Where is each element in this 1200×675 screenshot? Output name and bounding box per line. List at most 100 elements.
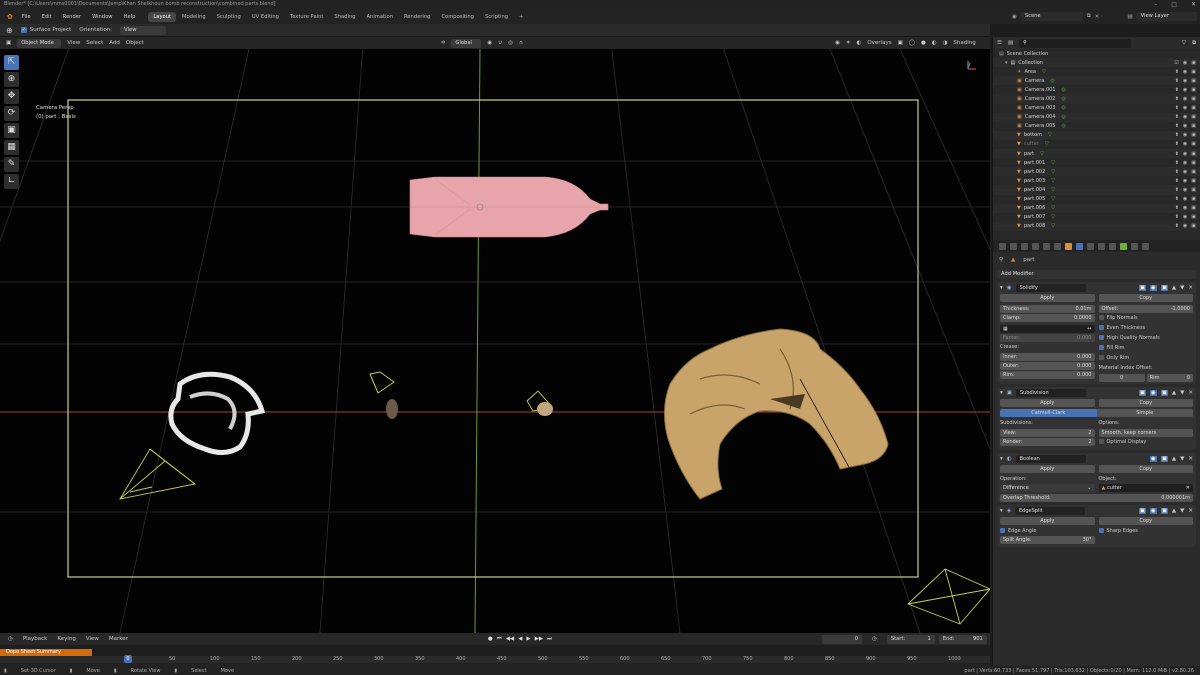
scale-tool-icon[interactable]: ▣ — [4, 123, 19, 138]
subdivision-apply-button[interactable]: Apply — [1000, 399, 1095, 407]
camera-render-icon[interactable]: ▣ — [1191, 96, 1196, 102]
boolean-object-field[interactable]: ▲ cutter ✕ — [1098, 484, 1193, 492]
edgesplit-editmode-icon[interactable]: ▣ — [1138, 507, 1146, 514]
physics-tab-icon[interactable] — [1098, 242, 1105, 250]
select-filter-icon[interactable]: ⬆ — [1175, 141, 1179, 147]
solidify-render-icon[interactable]: ▣ — [1160, 284, 1168, 291]
close-icon[interactable]: ✕ — [1191, 0, 1196, 9]
eye-icon[interactable]: ◉ — [1183, 160, 1187, 166]
camera-render-icon[interactable]: ▣ — [1191, 151, 1196, 157]
crease-outer-field[interactable]: Outer: 0.000 — [1000, 362, 1095, 370]
clear-object-icon[interactable]: ✕ — [1186, 484, 1190, 492]
subdivision-viewport-icon[interactable]: ◉ — [1149, 389, 1157, 396]
camera-render-icon[interactable]: ▣ — [1191, 69, 1196, 75]
hq-normals-box[interactable] — [1098, 335, 1104, 340]
metal-sheet-fragment[interactable] — [664, 328, 889, 500]
tab-scripting[interactable]: Scripting — [480, 12, 513, 22]
flip-normals-checkbox[interactable]: Flip Normals — [1098, 314, 1194, 323]
select-filter-icon[interactable]: ⬆ — [1175, 160, 1179, 166]
scene-remove-icon[interactable]: ✕ — [1095, 14, 1100, 20]
select-filter-icon[interactable]: ⬆ — [1175, 187, 1179, 193]
menu-edit[interactable]: Edit — [37, 14, 57, 20]
split-angle-field[interactable]: Split Angle: 30° — [1000, 536, 1095, 544]
next-key-icon[interactable]: ▶▶ — [535, 636, 543, 642]
orientation-dropdown[interactable]: View — [120, 25, 167, 35]
tab-rendering[interactable]: Rendering — [399, 12, 436, 22]
viewport-menu-object[interactable]: Object — [126, 40, 144, 46]
boolean-render-icon[interactable]: ▣ — [1160, 455, 1168, 462]
eye-icon[interactable]: ◉ — [1183, 132, 1187, 138]
subdiv-view-field[interactable]: View: 2 — [1000, 429, 1095, 437]
select-filter-icon[interactable]: ⬆ — [1175, 123, 1179, 129]
clamp-field[interactable]: Clamp: 0.0000 — [1000, 314, 1095, 322]
camera-render-icon[interactable]: ▣ — [1191, 196, 1196, 202]
subdivision-name-field[interactable]: Subdivision — [1015, 388, 1086, 397]
active-tool-icon[interactable]: ⊕ — [6, 26, 13, 35]
menu-help[interactable]: Help — [119, 14, 141, 20]
display-mode-icon[interactable]: ▤ — [1008, 40, 1013, 46]
scene-field[interactable]: Scene — [1020, 12, 1083, 21]
camera-render-icon[interactable]: ▣ — [1191, 78, 1196, 84]
camera-render-icon[interactable]: ▣ — [1191, 87, 1196, 93]
outliner-item[interactable]: ▼ bottom ▽ ⬆ ◉ ▣ — [993, 130, 1200, 140]
eye-icon[interactable]: ◉ — [1183, 169, 1187, 175]
new-collection-icon[interactable]: ⧉ — [1192, 40, 1200, 47]
edge-angle-box[interactable] — [1000, 528, 1005, 533]
edgesplit-render-icon[interactable]: ▣ — [1160, 507, 1168, 514]
subdivision-collapse-icon[interactable]: ▾ — [1000, 390, 1003, 396]
shading-material-icon[interactable]: ◐ — [932, 40, 937, 46]
uv-smooth-dropdown[interactable]: Smooth, keep corners — [1098, 429, 1193, 437]
edgesplit-viewport-icon[interactable]: ◉ — [1149, 507, 1157, 514]
camera-render-icon[interactable]: ▣ — [1191, 114, 1196, 120]
subdivision-close-icon[interactable]: ✕ — [1188, 390, 1193, 396]
play-reverse-icon[interactable]: ◀ — [518, 636, 522, 642]
outliner-item[interactable]: ▣ Camera.003 ◎ ⬆ ◉ ▣ — [993, 104, 1200, 113]
select-filter-icon[interactable]: ⬆ — [1175, 105, 1179, 111]
small-fragment-1[interactable] — [386, 399, 398, 419]
camera-gizmo-2[interactable] — [369, 371, 395, 394]
outliner-scene-collection[interactable]: ▤ Scene Collection — [993, 49, 1200, 58]
select-filter-icon[interactable]: ⬆ — [1175, 169, 1179, 175]
editor-type-icon[interactable]: ▣ — [6, 40, 11, 46]
end-frame-field[interactable]: End: 901 — [938, 634, 987, 644]
fill-rim-checkbox[interactable]: Fill Rim — [1098, 344, 1194, 353]
camera-render-icon[interactable]: ▣ — [1191, 132, 1196, 138]
navigation-gizmo[interactable] — [967, 61, 976, 70]
add-modifier-dropdown[interactable]: Add Modifier — [997, 270, 1196, 279]
visibility-icon[interactable]: ◉ — [835, 40, 840, 46]
catmull-clark-toggle[interactable]: Catmull-Clark — [1000, 409, 1097, 417]
3d-viewport[interactable]: Camera Persp (0) part : Basis — [0, 49, 990, 633]
object-tab-icon[interactable] — [1065, 242, 1072, 250]
select-filter-icon[interactable]: ⬆ — [1175, 178, 1179, 184]
prev-key-icon[interactable]: ◀◀ — [506, 636, 514, 642]
falloff-icon[interactable]: ∩ — [519, 40, 523, 46]
edgesplit-close-icon[interactable]: ✕ — [1188, 508, 1193, 514]
camera-render-icon[interactable]: ▣ — [1191, 160, 1196, 166]
only-rim-box[interactable] — [1098, 355, 1104, 360]
select-box-tool-icon[interactable]: ⇱ — [4, 55, 19, 70]
overlap-threshold-field[interactable]: Overlap Threshold: 0.000001m — [1000, 494, 1193, 502]
eye-icon[interactable]: ◉ — [1183, 178, 1187, 184]
offset-field[interactable]: Offset: -1.0000 — [1098, 305, 1193, 313]
outliner-item[interactable]: ☀ Area ▽ ⬆ ◉ ▣ — [993, 67, 1200, 76]
select-filter-icon[interactable]: ⬆ — [1175, 69, 1179, 75]
subdivision-up-icon[interactable]: ▲ — [1172, 390, 1176, 396]
boolean-viewport-icon[interactable]: ◉ — [1149, 455, 1157, 462]
minimize-icon[interactable]: – — [1154, 0, 1157, 9]
constraints-tab-icon[interactable] — [1109, 242, 1116, 250]
pin-icon[interactable]: ⚲ — [999, 257, 1003, 263]
dope-sheet-summary-track[interactable]: Dope Sheet Summary — [0, 649, 92, 656]
operation-dropdown[interactable]: Difference ⌄ — [1000, 484, 1095, 492]
outliner-item[interactable]: ▼ part.005 ▽ ⬆ ◉ ▣ — [993, 195, 1200, 204]
collection-expand-icon[interactable]: ▾ — [1005, 60, 1008, 66]
vertex-group-field[interactable]: ▦ ↔ — [1000, 325, 1095, 333]
subdivision-copy-button[interactable]: Copy — [1098, 399, 1193, 407]
edgesplit-copy-button[interactable]: Copy — [1098, 517, 1193, 525]
timeline-menu-playback[interactable]: Playback — [23, 636, 48, 642]
boolean-name-field[interactable]: Boolean — [1015, 454, 1086, 463]
modifier-tab-icon[interactable] — [1076, 242, 1083, 250]
outliner-item[interactable]: ▼ cutter ▽ ⬆ ◉ ▣ — [993, 140, 1200, 149]
collection-eye-icon[interactable]: ◉ — [1183, 60, 1187, 66]
solidify-editmode-icon[interactable]: ▣ — [1138, 284, 1146, 291]
even-thickness-checkbox[interactable]: Even Thickness — [1098, 324, 1194, 333]
